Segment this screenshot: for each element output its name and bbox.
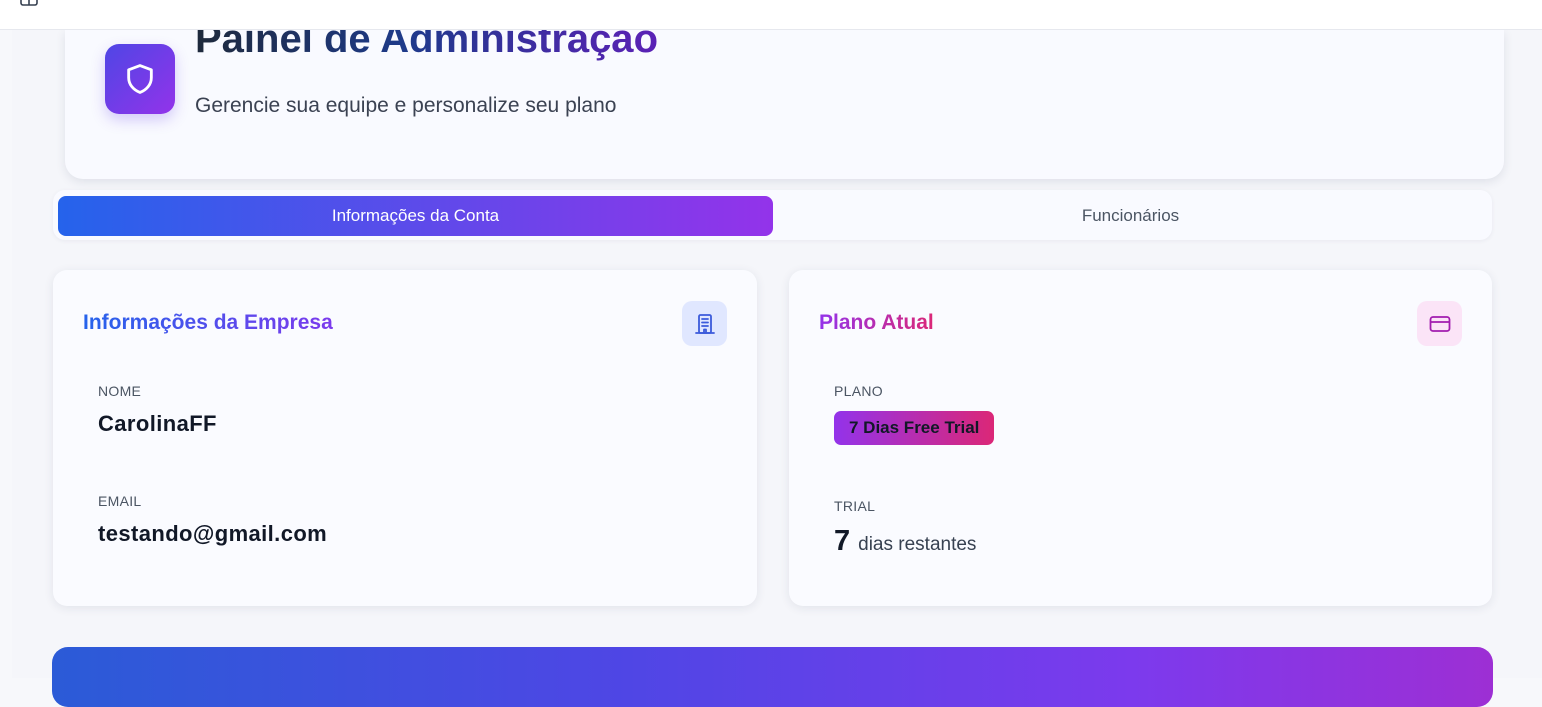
top-bar bbox=[0, 0, 1542, 30]
plan-badge: 7 Dias Free Trial bbox=[834, 411, 995, 445]
plan-label: PLANO bbox=[834, 383, 883, 399]
shield-badge bbox=[105, 44, 175, 114]
shield-icon bbox=[127, 64, 153, 94]
company-icon-badge bbox=[682, 301, 727, 346]
name-label: NOME bbox=[98, 383, 142, 399]
layout-icon[interactable] bbox=[20, 0, 38, 6]
trial-label: TRIAL bbox=[834, 498, 876, 514]
email-value: testando@gmail.com bbox=[98, 521, 328, 546]
trial-remaining: 7 dias restantes bbox=[834, 525, 976, 558]
company-info-card: Informações da Empresa NOME CarolinaFF E… bbox=[53, 270, 757, 606]
tab-bar: Informações da Conta Funcionários bbox=[53, 190, 1492, 240]
email-label: EMAIL bbox=[98, 493, 142, 509]
company-card-title: Informações da Empresa bbox=[83, 311, 333, 334]
trial-days-suffix: dias restantes bbox=[858, 534, 977, 555]
plan-icon-badge bbox=[1417, 301, 1462, 346]
current-plan-card: Plano Atual PLANO 7 Dias Free Trial TRIA… bbox=[789, 270, 1492, 606]
building-icon bbox=[694, 313, 715, 334]
tab-employees[interactable]: Funcionários bbox=[773, 196, 1488, 236]
page-background: Painel de Administração Gerencie sua equ… bbox=[12, 17, 1542, 707]
page-subtitle: Gerencie sua equipe e personalize seu pl… bbox=[195, 94, 617, 117]
credit-card-icon bbox=[1429, 315, 1450, 332]
name-value: CarolinaFF bbox=[98, 411, 217, 436]
header-card: Painel de Administração Gerencie sua equ… bbox=[65, 17, 1504, 179]
plan-card-title: Plano Atual bbox=[819, 311, 934, 334]
tab-account-info[interactable]: Informações da Conta bbox=[58, 196, 773, 236]
trial-days-count: 7 bbox=[834, 525, 851, 557]
bottom-banner bbox=[52, 647, 1493, 707]
